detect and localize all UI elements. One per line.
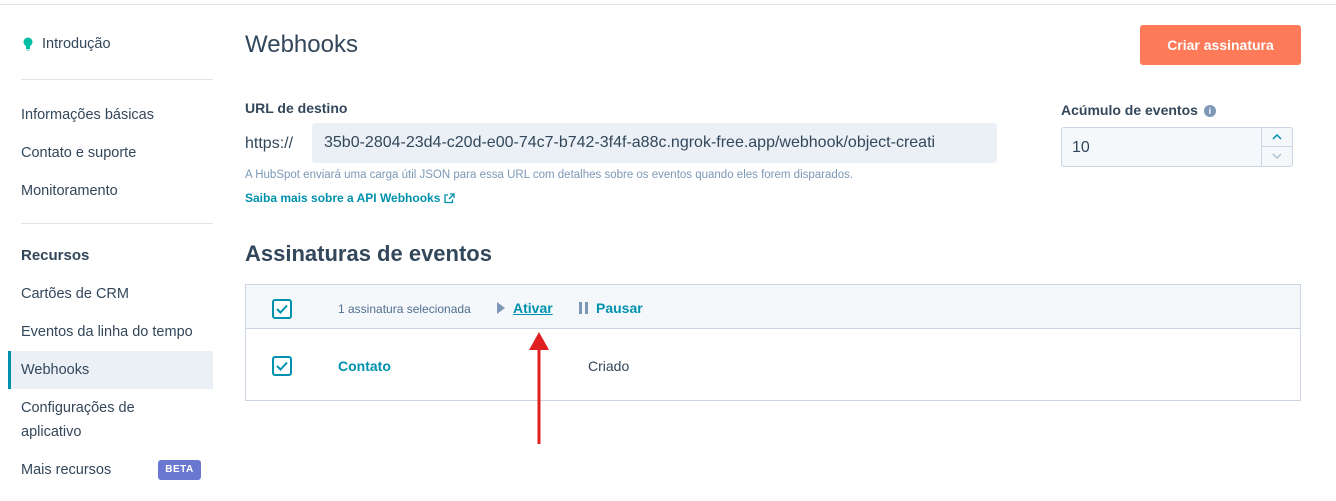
checkmark-icon <box>276 304 288 314</box>
sidebar-item-mais-recursos[interactable]: Mais recursos <box>21 462 111 478</box>
sidebar-item-monitoramento[interactable]: Monitoramento <box>21 183 118 199</box>
target-url-help-text: A HubSpot enviará uma carga útil JSON pa… <box>245 169 854 181</box>
info-icon[interactable]: i <box>1203 105 1216 117</box>
sidebar-item-configuracoes-line1[interactable]: Configurações de <box>21 400 135 416</box>
create-subscription-button[interactable]: Criar assinatura <box>1140 25 1301 65</box>
url-prefix: https:// <box>245 135 294 152</box>
event-batch-input[interactable]: 10 <box>1061 127 1293 167</box>
sidebar-item-configuracoes-line2[interactable]: aplicativo <box>21 424 81 440</box>
webhooks-api-link[interactable]: Saiba mais sobre a API Webhooks <box>245 191 456 205</box>
annotation-arrow-icon <box>529 332 549 444</box>
target-url-label: URL de destino <box>245 100 348 116</box>
event-batch-label: Acúmulo de eventos i <box>1061 102 1216 118</box>
event-batch-label-text: Acúmulo de eventos <box>1061 102 1198 118</box>
sidebar-item-introducao[interactable]: Introdução <box>21 36 111 52</box>
link-label: Saiba mais sobre a API Webhooks <box>245 191 441 205</box>
external-link-icon <box>444 192 456 203</box>
table-header: 1 assinatura selecionada Ativar Pausar <box>246 285 1300 329</box>
chevron-down-icon <box>1272 153 1282 160</box>
play-icon <box>497 302 505 314</box>
pause-label: Pausar <box>596 300 643 316</box>
sidebar-item-contato-suporte[interactable]: Contato e suporte <box>21 145 136 161</box>
target-url-input[interactable]: 35b0-2804-23d4-c20d-e00-74c7-b742-3f4f-a… <box>312 123 997 163</box>
subscription-object-link[interactable]: Contato <box>338 358 391 374</box>
row-checkbox[interactable] <box>272 356 292 376</box>
stepper-up-button[interactable] <box>1262 128 1292 147</box>
sidebar-item-cartoes-crm[interactable]: Cartões de CRM <box>21 286 129 302</box>
sidebar-heading-recursos: Recursos <box>21 247 90 264</box>
pause-icon <box>579 302 588 314</box>
event-batch-value: 10 <box>1072 139 1090 156</box>
number-stepper <box>1261 128 1292 166</box>
activate-button[interactable]: Ativar <box>497 300 553 316</box>
selection-count-text: 1 assinatura selecionada <box>338 302 471 316</box>
page-title: Webhooks <box>245 31 358 58</box>
select-all-checkbox[interactable] <box>272 299 292 319</box>
sidebar-nav: Introdução Informações básicas Contato e… <box>0 0 220 501</box>
sidebar-item-label: Introdução <box>42 36 111 52</box>
sidebar-item-label: Webhooks <box>21 362 90 378</box>
sidebar-item-webhooks[interactable]: Webhooks <box>8 351 213 389</box>
checkmark-icon <box>276 361 288 371</box>
activate-label: Ativar <box>513 300 553 316</box>
sidebar-item-eventos-linha-tempo[interactable]: Eventos da linha do tempo <box>21 324 193 340</box>
subscriptions-table: 1 assinatura selecionada Ativar Pausar C… <box>245 284 1301 401</box>
subscriptions-title: Assinaturas de eventos <box>245 241 492 266</box>
stepper-down-button[interactable] <box>1262 147 1292 166</box>
pause-button[interactable]: Pausar <box>579 300 643 316</box>
beta-badge: BETA <box>158 460 201 480</box>
sidebar-divider <box>21 223 213 224</box>
sidebar-item-informacoes-basicas[interactable]: Informações básicas <box>21 107 154 123</box>
chevron-up-icon <box>1272 133 1282 140</box>
subscription-event-type: Criado <box>588 358 630 374</box>
lightbulb-icon <box>23 37 33 51</box>
sidebar-divider <box>21 79 213 80</box>
